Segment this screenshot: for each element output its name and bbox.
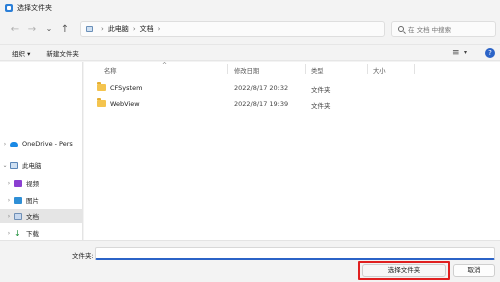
chevron-right-icon[interactable]: › xyxy=(158,25,161,33)
file-modified: 2022/8/17 19:39 xyxy=(234,100,289,108)
sidebar-item-videos[interactable]: › 视频 xyxy=(0,176,83,190)
command-bar: 组织 ▾ 新建文件夹 ≡ ▾ ? xyxy=(0,44,500,61)
title-bar: 选择文件夹 xyxy=(0,0,500,15)
file-type: 文件夹 xyxy=(311,86,331,94)
sidebar-item-pictures[interactable]: › 图片 xyxy=(0,193,83,207)
list-item[interactable]: CFSystem 2022/8/17 20:32 文件夹 xyxy=(92,81,492,94)
recent-locations-chevron-icon[interactable]: ⌄ xyxy=(42,21,56,35)
sidebar-item-downloads[interactable]: › ↓ 下载 xyxy=(0,226,83,240)
expand-chevron-icon[interactable]: › xyxy=(4,180,14,187)
document-icon xyxy=(14,212,22,220)
file-name: CFSystem xyxy=(110,83,143,92)
chevron-right-icon: › xyxy=(132,25,136,33)
file-list[interactable]: ^ 名称 修改日期 类型 大小 CFSystem 2022/8/17 20:32… xyxy=(84,62,500,240)
window-title: 选择文件夹 xyxy=(17,3,52,12)
search-icon xyxy=(398,26,404,32)
file-name: WebView xyxy=(110,99,140,108)
folder-icon xyxy=(97,98,106,107)
navigation-bar: ← → ⌄ ↑ › 此电脑 › 文档 › ⌄ ↻ 在 文档 中搜索 xyxy=(0,18,500,40)
navigation-pane[interactable]: › OneDrive - Pers ⌄ 此电脑 › 视频 › 图片 › 文档 ›… xyxy=(0,62,83,240)
folder-field-label: 文件夹: xyxy=(72,252,94,260)
sidebar-item-this-pc[interactable]: ⌄ 此电脑 xyxy=(0,158,83,172)
organize-menu-button[interactable]: 组织 ▾ xyxy=(12,48,30,58)
column-header-type[interactable]: 类型 xyxy=(311,64,324,76)
help-icon[interactable]: ? xyxy=(485,48,495,58)
computer-icon xyxy=(10,161,18,169)
folder-name-input[interactable] xyxy=(95,247,495,260)
column-header-modified[interactable]: 修改日期 xyxy=(234,64,259,76)
highlight-box xyxy=(358,261,450,280)
column-divider[interactable] xyxy=(305,64,306,74)
chevron-right-icon: › xyxy=(101,25,104,33)
folder-icon xyxy=(97,82,106,91)
view-options-icon[interactable]: ≡ xyxy=(452,48,460,58)
cancel-button[interactable]: 取消 xyxy=(453,264,495,277)
collapse-chevron-icon[interactable]: ⌄ xyxy=(0,162,10,169)
file-type: 文件夹 xyxy=(311,102,331,110)
column-header-name[interactable]: 名称 xyxy=(104,64,117,76)
view-dropdown-icon[interactable]: ▾ xyxy=(464,49,467,56)
picture-icon xyxy=(14,196,22,204)
computer-icon xyxy=(86,26,93,32)
sort-ascending-icon: ^ xyxy=(162,62,168,69)
back-arrow-icon[interactable]: ← xyxy=(8,22,22,36)
dialog-footer: 文件夹: 选择文件夹 取消 xyxy=(0,240,500,282)
list-item[interactable]: WebView 2022/8/17 19:39 文件夹 xyxy=(92,97,492,110)
expand-chevron-icon[interactable]: › xyxy=(4,213,14,220)
column-divider[interactable] xyxy=(367,64,368,74)
address-bar[interactable]: › 此电脑 › 文档 › ⌄ ↻ xyxy=(80,21,456,37)
cloud-icon xyxy=(10,141,18,147)
sidebar-item-documents[interactable]: › 文档 xyxy=(0,209,83,223)
forward-arrow-icon[interactable]: → xyxy=(25,22,39,36)
video-icon xyxy=(14,179,22,187)
column-divider[interactable] xyxy=(227,64,228,74)
expand-chevron-icon[interactable]: › xyxy=(0,141,10,148)
download-icon: ↓ xyxy=(14,228,21,238)
search-box[interactable]: 在 文档 中搜索 xyxy=(391,21,496,37)
app-icon xyxy=(5,3,13,12)
column-divider[interactable] xyxy=(414,64,415,74)
breadcrumb-documents[interactable]: 文档 xyxy=(140,24,154,34)
expand-chevron-icon[interactable]: › xyxy=(4,197,14,204)
search-placeholder: 在 文档 中搜索 xyxy=(408,26,452,34)
up-arrow-icon[interactable]: ↑ xyxy=(58,22,72,36)
column-header-size[interactable]: 大小 xyxy=(373,64,386,76)
new-folder-button[interactable]: 新建文件夹 xyxy=(46,48,79,58)
expand-chevron-icon[interactable]: › xyxy=(4,230,14,237)
file-modified: 2022/8/17 20:32 xyxy=(234,84,289,92)
sidebar-item-onedrive[interactable]: › OneDrive - Pers xyxy=(0,137,83,151)
breadcrumb-this-pc[interactable]: 此电脑 xyxy=(108,24,129,34)
